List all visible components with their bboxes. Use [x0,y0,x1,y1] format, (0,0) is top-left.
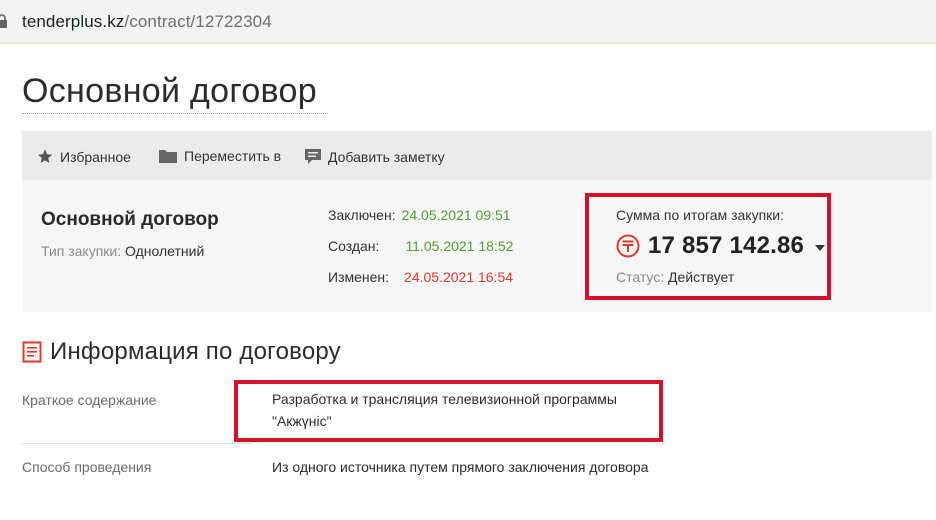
document-icon [22,341,42,363]
star-icon [37,149,53,164]
sum-highlight-box [585,193,831,300]
short-content-label: Краткое содержание [22,392,157,408]
row-divider [22,443,252,444]
modified-date: 24.05.2021 16:54 [404,269,514,285]
concluded-row: Заключен: 24.05.2021 09:51 [328,207,511,223]
method-value: Из одного источника путем прямого заключ… [272,459,649,475]
created-row: Создан: 11.05.2021 18:52 [328,238,513,254]
move-to-label: Переместить в [184,148,282,164]
concluded-label: Заключен: [328,207,396,223]
modified-label: Изменен: [328,269,390,285]
title-underline [22,113,328,114]
move-to-button[interactable]: Переместить в [158,148,281,164]
contract-name: Основной договор [41,209,219,230]
folder-icon [159,150,177,163]
url-path: /contract/12722304 [124,12,272,31]
add-note-button[interactable]: Добавить заметку [304,148,445,165]
procurement-type-label: Тип закупки: [41,243,122,259]
add-note-label: Добавить заметку [328,148,445,165]
favorite-label: Избранное [60,148,131,165]
modified-row: Изменен: 24.05.2021 16:54 [328,269,513,285]
action-toolbar: Избранное Переместить в Добавить заметку [22,131,932,180]
note-icon [305,149,321,164]
created-label: Создан: [328,238,380,254]
short-content-value: Разработка и трансляция телевизионной пр… [272,391,617,429]
method-label: Способ проведения [22,459,152,475]
procurement-type-value: Однолетний [125,243,205,259]
section-title-text: Информация по договору [50,338,341,365]
favorite-button[interactable]: Избранное [36,148,131,165]
section-title: Информация по договору [22,338,341,366]
page-title: Основной договор [22,72,317,110]
url-text[interactable]: tenderplus.kz/contract/12722304 [22,12,272,32]
concluded-date: 24.05.2021 09:51 [401,207,511,223]
created-date: 11.05.2021 18:52 [405,238,514,254]
procurement-type: Тип закупки: Однолетний [41,243,204,259]
browser-address-bar[interactable]: tenderplus.kz/contract/12722304 [0,0,936,44]
url-host: tenderplus.kz [22,12,125,31]
lock-icon [0,14,7,28]
